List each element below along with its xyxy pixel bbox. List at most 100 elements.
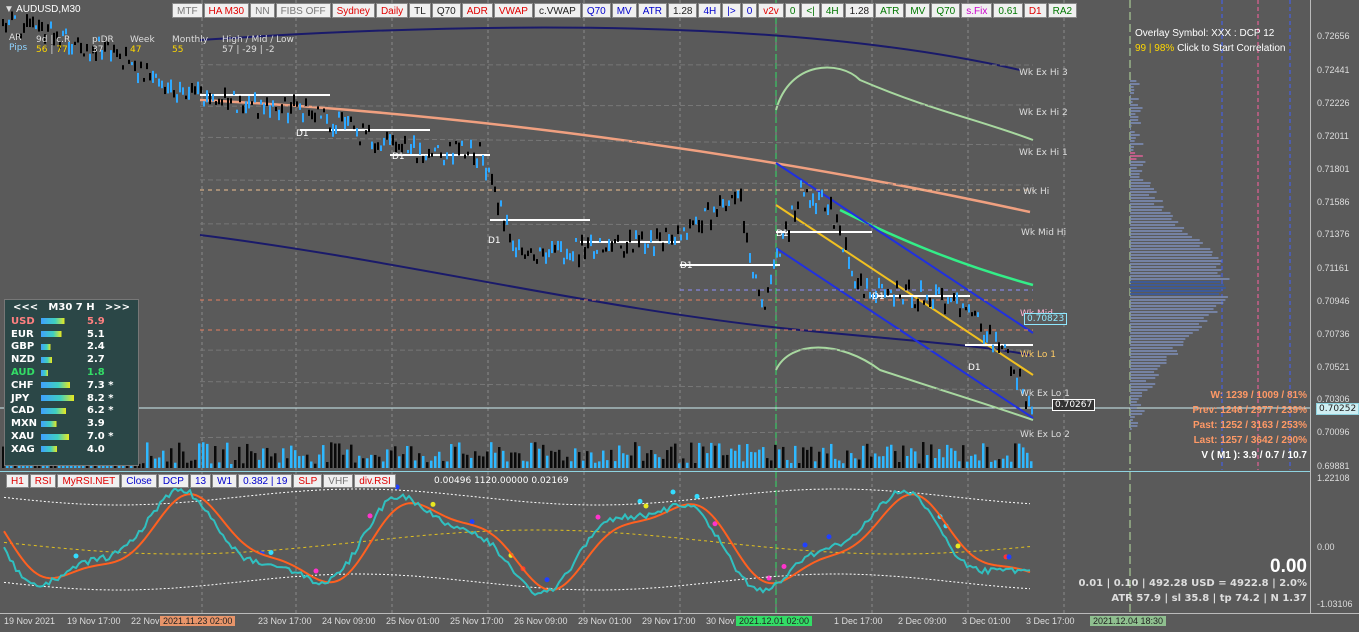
volume-bar xyxy=(774,445,777,468)
volume-bar xyxy=(510,453,513,468)
toolbar-daily-button[interactable]: Daily xyxy=(376,3,408,18)
volume-profile-bar xyxy=(1130,143,1143,145)
candle xyxy=(743,221,745,233)
currency-row-xag[interactable]: XAG4.0 xyxy=(5,443,138,456)
overlay-panel[interactable]: Overlay Symbol: XXX : DCP 12 99 | 98% Cl… xyxy=(1135,26,1285,56)
toolbar-mv-button[interactable]: MV xyxy=(612,3,637,18)
toolbar-mv-button[interactable]: MV xyxy=(905,3,930,18)
volume-bar xyxy=(718,443,721,468)
toolbar-1-28-button[interactable]: 1.28 xyxy=(845,3,874,18)
toolbar-fibs-off-button[interactable]: FIBS OFF xyxy=(276,3,331,18)
toolbar--button[interactable]: |> xyxy=(722,3,740,18)
toolbar-atr-button[interactable]: ATR xyxy=(638,3,667,18)
toolbar-c-vwap-button[interactable]: c.VWAP xyxy=(534,3,581,18)
volume-bar xyxy=(454,447,457,468)
candle xyxy=(707,202,709,210)
candle xyxy=(128,60,130,64)
toolbar--button[interactable]: <| xyxy=(801,3,819,18)
candle xyxy=(407,150,409,153)
currency-row-gbp[interactable]: GBP2.4 xyxy=(5,341,138,354)
price-axis[interactable]: 0.726560.724410.722260.720110.718010.715… xyxy=(1310,0,1359,613)
toolbar-0-button[interactable]: 0 xyxy=(785,3,801,18)
currency-row-usd[interactable]: USD5.9 xyxy=(5,315,138,328)
toolbar-vwap-button[interactable]: VWAP xyxy=(494,3,533,18)
currency-name: CHF xyxy=(11,380,41,391)
price-tick-label: 0.70096 xyxy=(1317,427,1350,437)
osc-0-382-19-button[interactable]: 0.382 | 19 xyxy=(238,474,292,488)
symbol-dropdown-icon[interactable]: ▼ xyxy=(4,4,14,15)
osc-div-rsi-button[interactable]: div.RSI xyxy=(354,474,396,488)
currency-row-eur[interactable]: EUR5.1 xyxy=(5,328,138,341)
toolbar-1-28-button[interactable]: 1.28 xyxy=(668,3,697,18)
currency-row-mxn[interactable]: MXN3.9 xyxy=(5,417,138,430)
osc-dcp-button[interactable]: DCP xyxy=(158,474,189,488)
currency-strength-value: 8.2 * xyxy=(87,393,117,404)
toolbar-ra2-button[interactable]: RA2 xyxy=(1048,3,1077,18)
volume-bar xyxy=(690,443,693,468)
toolbar-q70-button[interactable]: Q70 xyxy=(582,3,611,18)
volume-bar xyxy=(190,461,193,468)
toolbar-tl-button[interactable]: TL xyxy=(409,3,431,18)
volume-profile-bar xyxy=(1130,206,1164,208)
toolbar-mtf-button[interactable]: MTF xyxy=(172,3,203,18)
vwap-price-label: 0.70823 xyxy=(1024,313,1067,325)
volume-bar xyxy=(902,446,905,468)
start-correlation-link[interactable]: Click to Start Correlation xyxy=(1174,43,1285,54)
candle xyxy=(626,242,628,254)
toolbar-v2v-button[interactable]: v2v xyxy=(758,3,784,18)
candle xyxy=(446,152,448,159)
osc-13-button[interactable]: 13 xyxy=(190,474,211,488)
candle xyxy=(86,44,88,51)
toolbar-4h-button[interactable]: 4H xyxy=(698,3,721,18)
toolbar-atr-button[interactable]: ATR xyxy=(875,3,904,18)
currency-row-cad[interactable]: CAD6.2 * xyxy=(5,405,138,418)
candle xyxy=(50,21,52,28)
candle xyxy=(305,98,307,106)
toolbar-sydney-button[interactable]: Sydney xyxy=(332,3,375,18)
currency-row-nzd[interactable]: NZD2.7 xyxy=(5,353,138,366)
candle xyxy=(179,82,181,93)
next-timeframe-button[interactable]: >>> xyxy=(105,302,130,313)
osc-rsi-button[interactable]: RSI xyxy=(30,474,57,488)
volume-bar xyxy=(858,460,861,468)
currency-row-aud[interactable]: AUD1.8 xyxy=(5,366,138,379)
toolbar-q70-button[interactable]: Q70 xyxy=(931,3,960,18)
toolbar-adr-button[interactable]: ADR xyxy=(462,3,493,18)
toolbar-4h-button[interactable]: 4H xyxy=(821,3,844,18)
toolbar-0-61-button[interactable]: 0.61 xyxy=(993,3,1022,18)
currency-row-jpy[interactable]: JPY8.2 * xyxy=(5,392,138,405)
toolbar-q70-button[interactable]: Q70 xyxy=(432,3,461,18)
candle xyxy=(731,195,733,198)
candle xyxy=(935,284,937,295)
osc-slp-button[interactable]: SLP xyxy=(293,474,322,488)
osc-w1-button[interactable]: W1 xyxy=(212,474,237,488)
candle xyxy=(554,245,556,253)
volume-bar xyxy=(878,456,881,468)
candle xyxy=(356,128,358,136)
toolbar-ha-m30-button[interactable]: HA M30 xyxy=(204,3,250,18)
candle xyxy=(899,294,901,298)
candle xyxy=(335,125,337,134)
volume-bar xyxy=(830,444,833,468)
main-price-chart[interactable] xyxy=(0,0,1310,470)
currency-row-chf[interactable]: CHF7.3 * xyxy=(5,379,138,392)
prev-timeframe-button[interactable]: <<< xyxy=(13,302,38,313)
candle xyxy=(1031,407,1033,415)
osc-close-button[interactable]: Close xyxy=(121,474,157,488)
strength-bar xyxy=(41,331,81,337)
volume-bar xyxy=(350,445,353,468)
time-tick-label: 23 Nov 17:00 xyxy=(258,616,312,626)
osc-vhf-button[interactable]: VHF xyxy=(323,474,353,488)
toolbar-s-fix-button[interactable]: s.Fix xyxy=(961,3,992,18)
strength-bar xyxy=(41,408,81,414)
currency-row-xau[interactable]: XAU7.0 * xyxy=(5,430,138,443)
toolbar-0-button[interactable]: 0 xyxy=(742,3,758,18)
time-axis[interactable]: 19 Nov 202119 Nov 17:0022 Nov2021.11.23 … xyxy=(0,613,1359,632)
toolbar-nn-button[interactable]: NN xyxy=(250,3,274,18)
osc-h1-button[interactable]: H1 xyxy=(6,474,29,488)
osc-myrsi-net-button[interactable]: MyRSI.NET xyxy=(57,474,120,488)
toolbar-d1-button[interactable]: D1 xyxy=(1024,3,1047,18)
candle xyxy=(890,290,892,293)
wk-ex-hi-3-label: Wk Ex Hi 3 xyxy=(1019,68,1068,78)
price-chart-canvas[interactable] xyxy=(0,0,1310,470)
